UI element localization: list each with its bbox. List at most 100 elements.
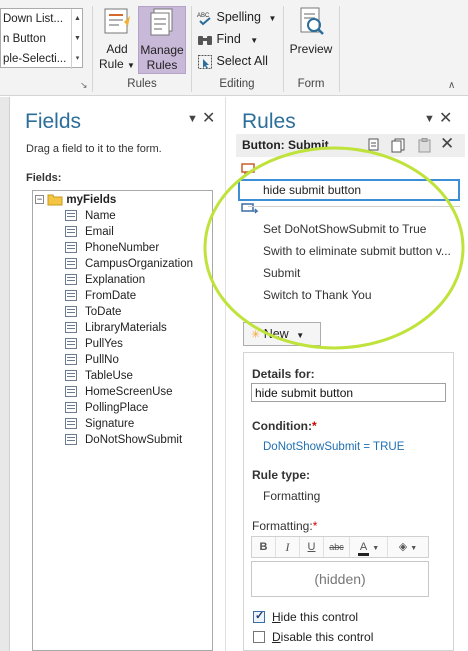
selected-rule[interactable]: hide submit button [238,179,460,201]
chevron-down-icon[interactable]: ▼ [187,113,198,125]
bold-icon[interactable]: B [252,537,276,557]
field-item[interactable]: PhoneNumber [65,240,159,256]
rules-subtitle: Button: Submit [242,138,329,152]
manage-rules-label-2: Rules [146,58,178,72]
underline-icon[interactable]: U [300,537,324,557]
field-item-label: PollingPlace [85,402,149,414]
gallery-item[interactable]: ple-Selecti... [1,49,71,69]
select-all-button[interactable]: Select All [197,51,268,71]
field-item-label: FromDate [85,290,137,302]
selected-rule-label: hide submit button [263,183,362,197]
rule-item[interactable]: Submit [263,266,463,280]
condition-link[interactable]: DoNotShowSubmit = TRUE [263,441,404,453]
rules-group-label: Rules [127,78,157,90]
field-item-label: Signature [85,418,135,430]
gallery-item[interactable]: Down List... [1,9,71,29]
tree-root[interactable]: − myFields [35,192,116,208]
add-rule-button[interactable]: Add Rule ▼ [98,6,136,76]
required-marker: * [311,419,317,433]
spelling-button[interactable]: ABC Spelling ▼ [197,7,276,27]
condition-label: Condition:* [252,419,317,433]
chevron-down-icon: ▼ [268,14,277,23]
rule-item[interactable]: Set DoNotShowSubmit to True [263,222,463,236]
select-all-label: Select All [216,54,268,68]
rule-details: Details for: Condition:* DoNotShowSubmit… [243,352,454,651]
chevron-down-icon: ▼ [296,331,305,340]
ribbon: Down List... n Button ple-Selecti... ▲ ▼… [0,0,468,96]
field-item[interactable]: FromDate [65,288,136,304]
select-all-icon [198,54,212,69]
formatting-label-text: Formatting: [252,519,313,533]
hide-control-label[interactable]: Hide this control [272,610,358,624]
rule-divider [248,206,460,207]
gallery-more-icon[interactable]: ▾ [71,49,83,69]
group-divider [339,6,340,92]
field-item[interactable]: PollingPlace [65,400,148,416]
formatting-preview: (hidden) [251,561,429,597]
folder-icon [47,194,63,206]
control-gallery[interactable]: Down List... n Button ple-Selecti... ▲ ▼… [0,8,83,69]
chevron-down-icon[interactable]: ▼ [424,113,435,125]
close-icon[interactable]: ✕ [202,108,215,128]
gallery-scroll-up-icon[interactable]: ▲ [71,9,83,29]
field-item[interactable]: TableUse [65,368,133,384]
gallery-scroll-down-icon[interactable]: ▼ [71,29,83,49]
copy-icon[interactable] [367,138,382,153]
field-item[interactable]: PullNo [65,352,119,368]
preview-label: Preview [289,42,333,56]
required-marker: * [312,519,318,533]
new-rule-label: New [263,327,289,341]
new-rule-button[interactable]: ✳ New ▼ [243,322,321,346]
disable-control-checkbox[interactable] [253,631,265,643]
field-item[interactable]: Name [65,208,116,224]
field-icon [65,322,77,333]
field-item[interactable]: LibraryMaterials [65,320,167,336]
find-button[interactable]: Find ▼ [197,29,258,49]
strikethrough-icon[interactable]: abc [324,537,350,557]
shading-icon[interactable]: ◈ ▼ [388,537,428,557]
field-item-label: Name [85,210,116,222]
field-item[interactable]: HomeScreenUse [65,384,173,400]
field-icon [65,258,77,269]
field-icon [65,242,77,253]
form-group-label: Form [297,78,325,90]
field-item[interactable]: Email [65,224,114,240]
field-icon [65,434,77,445]
rule-type-value: Formatting [263,489,321,503]
binoculars-icon [198,35,212,45]
delete-icon[interactable]: ✕ [440,134,454,154]
rule-name-input[interactable] [251,383,446,402]
fields-tree[interactable]: − myFields Name Email PhoneNumber CampusOrg… [32,190,213,651]
editing-group-label: Editing [219,78,255,90]
preview-button[interactable]: Preview [288,6,334,62]
field-item[interactable]: CampusOrganization [65,256,193,272]
collapse-ribbon-icon[interactable]: ∧ [448,80,455,91]
dialog-launcher-icon[interactable]: ↘ [80,80,88,91]
field-item[interactable]: Signature [65,416,134,432]
field-item[interactable]: ToDate [65,304,121,320]
italic-icon[interactable]: I [276,537,300,557]
add-rule-label-1: Add [106,42,128,56]
condition-icon [241,163,255,174]
field-icon [65,402,77,413]
rules-pane-title: Rules [242,110,296,133]
rule-item[interactable]: Switch to Thank You [263,288,463,302]
formatting-label: Formatting:* [252,519,317,533]
field-item-label: TableUse [85,370,133,382]
left-edge-panel [0,97,10,651]
field-item[interactable]: Explanation [65,272,145,288]
disable-control-label[interactable]: Disable this control [272,630,373,644]
gallery-item[interactable]: n Button [1,29,71,49]
preview-icon [300,7,324,35]
font-color-icon[interactable]: A ▼ [350,537,388,557]
close-icon[interactable]: ✕ [439,108,452,128]
rule-item[interactable]: Swith to eliminate submit button v... [263,244,463,258]
paste-icon[interactable] [417,138,432,153]
fields-label: Fields: [26,172,62,184]
field-item[interactable]: PullYes [65,336,123,352]
copy-rules-icon[interactable] [391,138,406,153]
manage-rules-button[interactable]: Manage Rules [138,6,186,74]
hide-control-checkbox[interactable] [253,609,265,623]
collapse-icon[interactable]: − [35,195,44,205]
field-item[interactable]: DoNotShowSubmit [65,432,182,448]
